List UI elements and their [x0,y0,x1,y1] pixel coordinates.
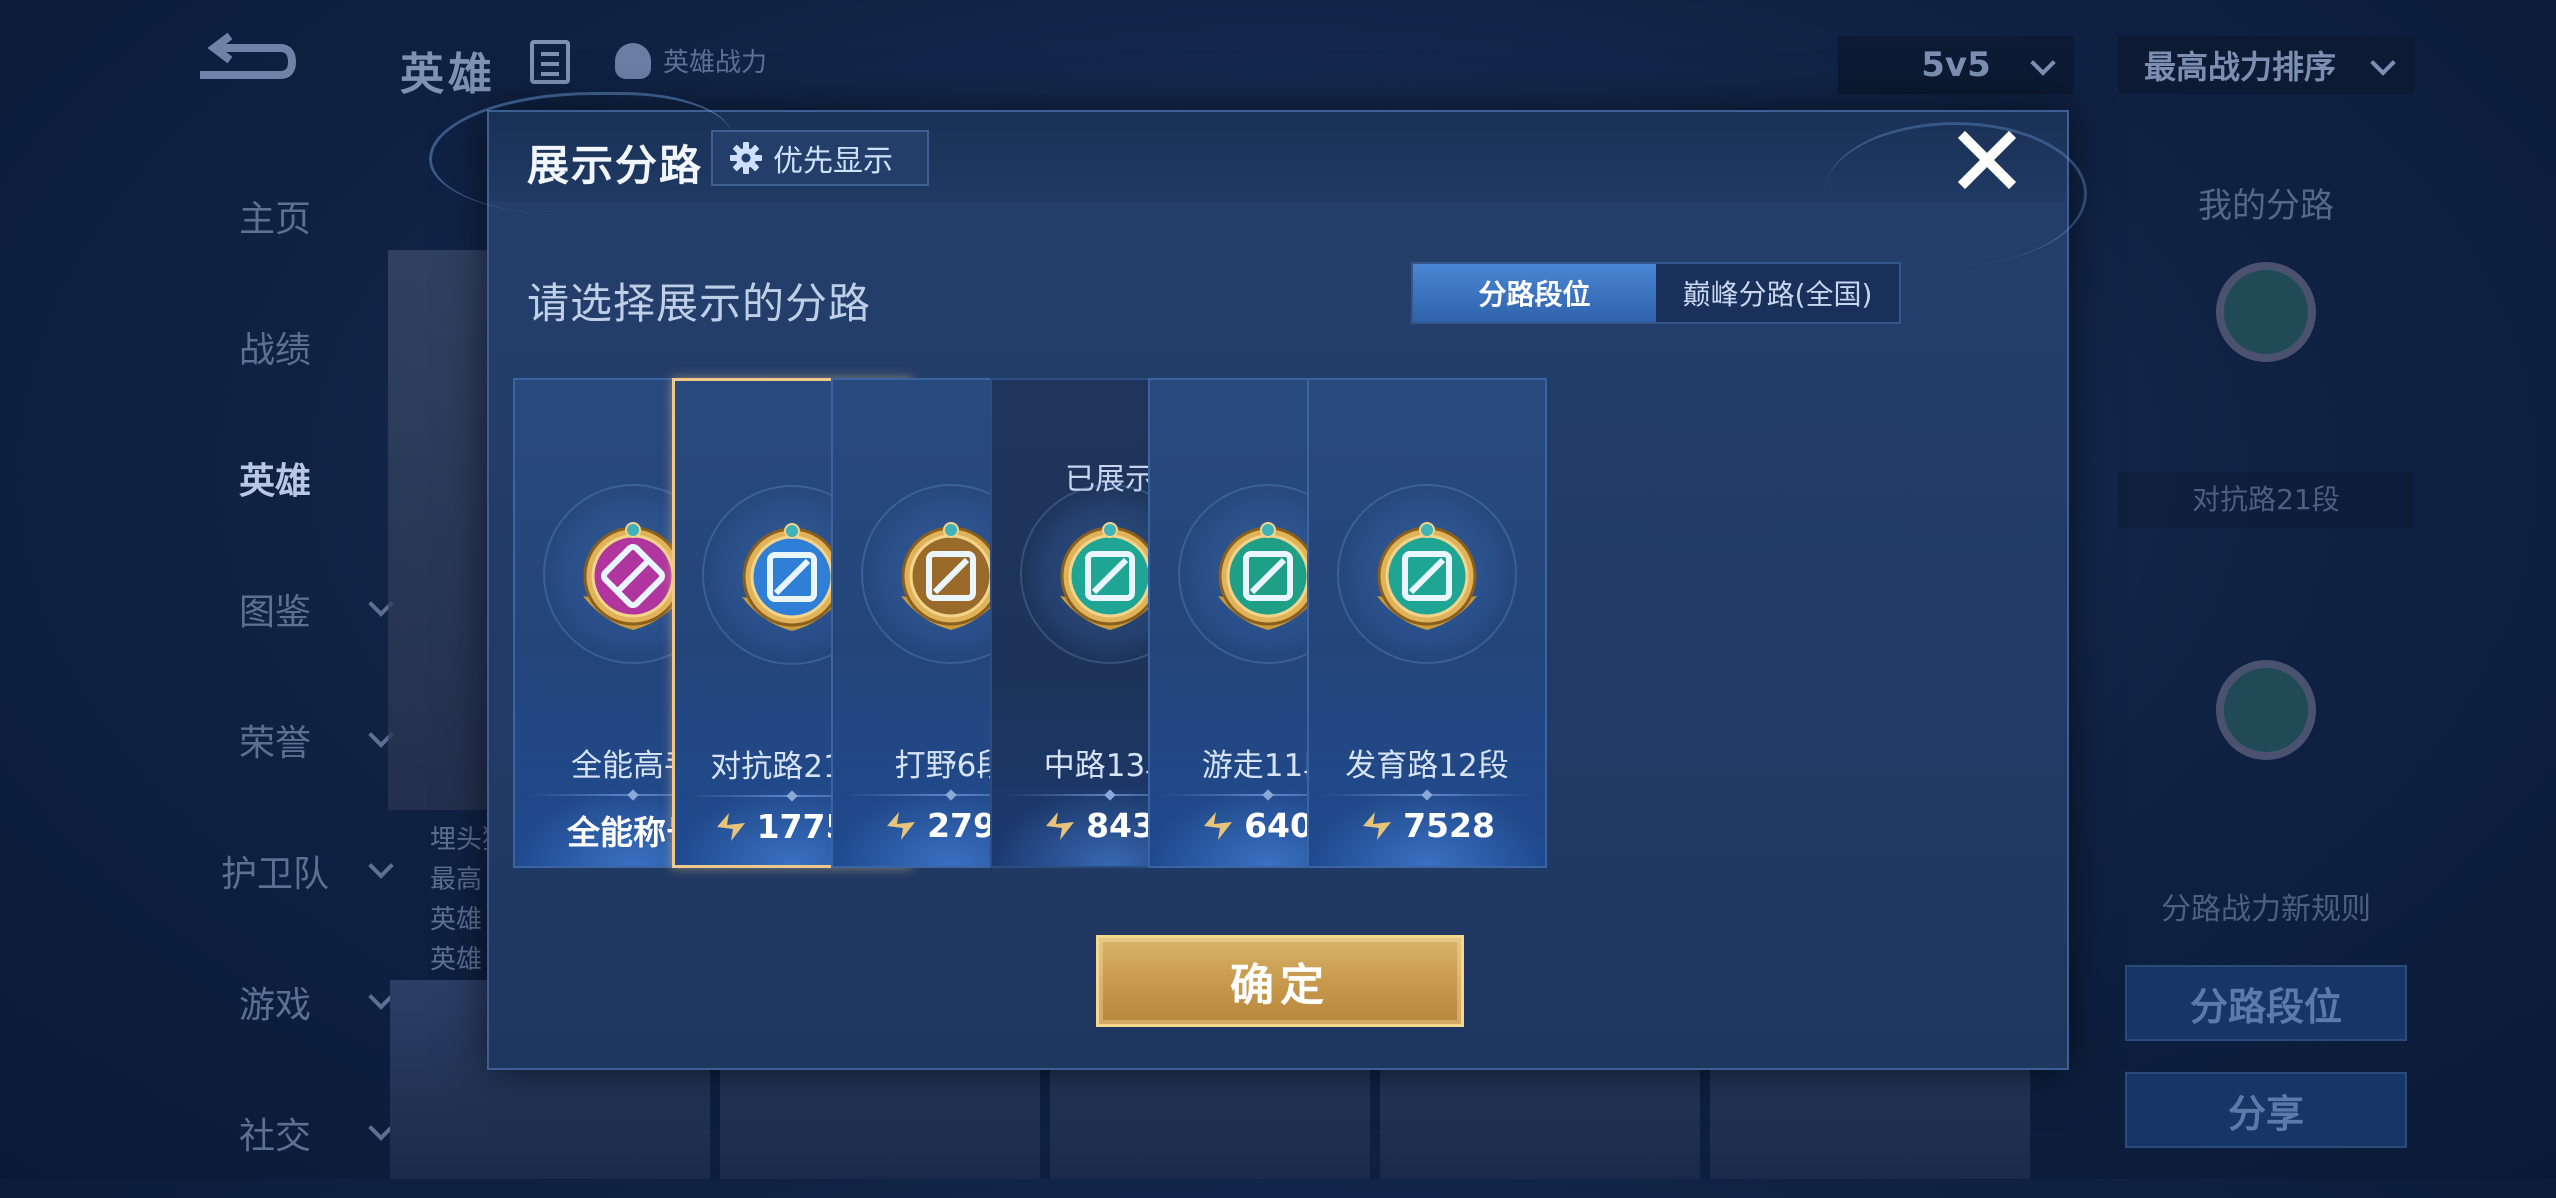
hero-power-label: 英雄战力 [663,48,768,78]
power-icon [1204,811,1233,840]
page-title: 英雄 [400,49,496,100]
share-button[interactable]: 分享 [2125,1072,2407,1148]
lane-card[interactable]: 发育路12段 7528 [1307,378,1547,868]
my-lane-panel: 我的分路 对抗路21段 分路战力新规则 分路段位 分享 [2118,150,2414,1179]
nav-item-label: 游戏 [238,984,311,1026]
card-divider [1321,794,1533,796]
my-lane-rank: 对抗路21段 [2118,472,2414,528]
nav-item-codex[interactable]: 图鉴 [150,543,400,674]
nav-item-hero[interactable]: 英雄 [150,412,400,543]
power-icon [1363,811,1392,840]
nav-item-home[interactable]: 主页 [150,150,400,281]
gear-icon [730,142,762,174]
lane-tabs: 分路段位 巅峰分路(全国) [1411,262,1901,324]
clash-lane-badge-icon [2216,262,2316,362]
lane-power-rule-link[interactable]: 分路战力新规则 [2118,884,2414,928]
priority-display-button[interactable]: 优先显示 [711,130,929,186]
side-nav: 主页 战绩 英雄 图鉴 荣誉 护卫队 游戏 社交 [150,150,400,1198]
helmet-icon [615,42,651,79]
back-arrow-icon[interactable] [190,30,300,90]
nav-item-label: 英雄 [238,460,311,502]
lane-power-value: 7528 [1403,806,1495,845]
tab-peak-lane[interactable]: 巅峰分路(全国) [1656,264,1899,322]
nav-item-game[interactable]: 游戏 [150,936,400,1067]
nav-item-honor[interactable]: 荣誉 [150,674,400,805]
power-icon [1046,811,1075,840]
nav-item-record[interactable]: 战绩 [150,281,400,412]
confirm-button[interactable]: 确定 [1096,935,1464,1027]
nav-item-label: 荣誉 [238,722,311,764]
display-lane-dialog: 展示分路 优先显示 请选择展示的分路 分路段位 巅峰分路(全国) 全能高手 全能称… [429,92,2087,1070]
chevron-down-icon [2030,50,2056,76]
mid-lane-badge-icon [2216,660,2316,760]
mode-select[interactable]: 5v5 [1838,36,2074,94]
nav-item-label: 主页 [238,198,311,240]
nav-item-label: 社交 [238,1115,311,1157]
hero-card-image [388,250,498,810]
farm-lane-icon [1377,522,1477,630]
hero-power-tab[interactable]: 英雄战力 [615,42,767,79]
mode-select-value: 5v5 [1921,45,1991,85]
my-lane-title: 我的分路 [2198,186,2334,226]
lane-card-list: 全能高手 全能称号 对抗路21段 17756 打野6段 2791 已展示 中路13段 8437 游… [513,378,2049,868]
tab-lane-rank[interactable]: 分路段位 [1413,264,1656,322]
sort-select-value: 最高战力排序 [2144,48,2337,86]
nav-item-label: 战绩 [238,329,311,371]
nav-item-social[interactable]: 社交 [150,1067,400,1198]
select-lane-prompt: 请选择展示的分路 [527,279,872,328]
list-icon[interactable] [530,40,570,84]
lane-rank-label: 发育路12段 [1345,748,1509,784]
nav-item-label: 图鉴 [238,591,311,633]
close-icon[interactable] [1955,128,2019,192]
nav-item-label: 护卫队 [220,853,329,895]
sort-select[interactable]: 最高战力排序 [2118,36,2414,94]
dialog-title: 展示分路 [527,141,704,190]
power-icon [887,811,916,840]
lane-power: 7528 [1309,806,1545,845]
chevron-down-icon [368,853,394,879]
chevron-down-icon [2370,50,2396,76]
nav-item-guard[interactable]: 护卫队 [150,805,400,936]
lane-rank-button[interactable]: 分路段位 [2125,965,2407,1041]
power-icon [716,812,745,841]
priority-display-label: 优先显示 [773,144,893,179]
